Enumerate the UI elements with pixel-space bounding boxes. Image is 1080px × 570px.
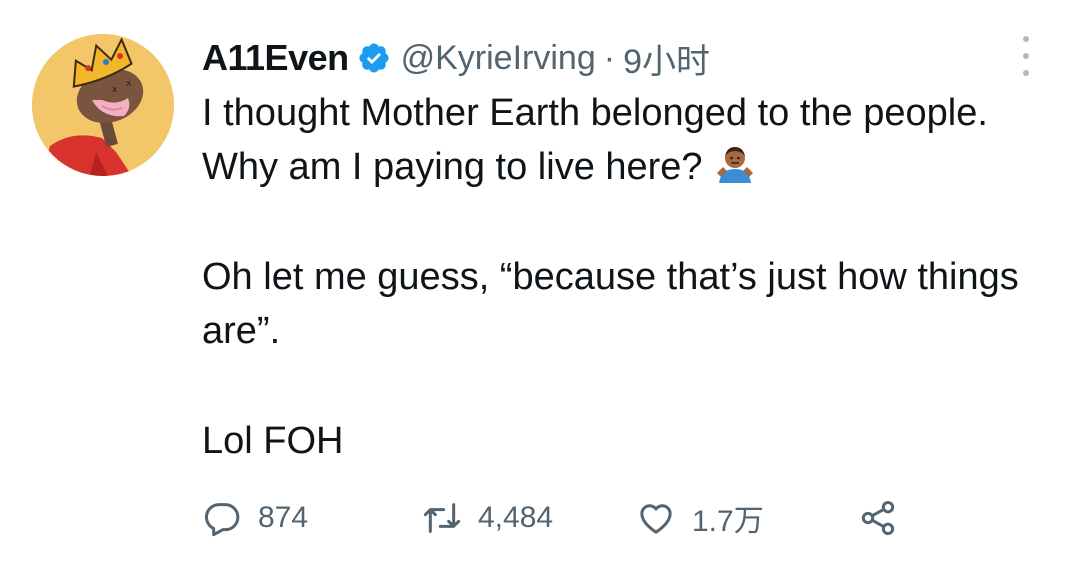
tweet-actions: 874 4,484 1.7万 — [200, 494, 920, 542]
retweet-icon — [423, 503, 461, 533]
separator-dot: · — [603, 38, 616, 77]
reply-button[interactable]: 874 — [202, 494, 308, 542]
more-options-icon[interactable] — [1014, 36, 1038, 76]
tweet-paragraph: Oh let me guess, “because that’s just ho… — [202, 256, 1019, 352]
reply-icon — [204, 503, 240, 537]
person-shrugging-emoji-icon — [716, 147, 753, 183]
verified-badge-icon — [359, 43, 389, 73]
avatar-image: x x — [32, 34, 174, 176]
tweet-text: I thought Mother Earth belonged to the p… — [202, 86, 1042, 468]
svg-text:x: x — [112, 85, 118, 95]
display-name[interactable]: A11Even — [202, 37, 349, 79]
avatar[interactable]: x x — [32, 34, 174, 176]
tweet-timestamp[interactable]: 9小时 — [623, 34, 710, 83]
tweet-paragraph: Lol FOH — [202, 420, 344, 462]
share-icon — [861, 501, 895, 535]
retweet-count: 4,484 — [478, 501, 554, 534]
reply-count: 874 — [258, 501, 309, 534]
share-button[interactable] — [858, 494, 914, 542]
retweet-button[interactable]: 4,484 — [422, 494, 553, 542]
tweet-paragraph: I thought Mother Earth belonged to the p… — [202, 86, 1042, 194]
tweet-header: A11Even @KyrieIrving · 9小时 — [202, 30, 710, 86]
user-handle[interactable]: @KyrieIrving — [401, 39, 596, 78]
like-button[interactable]: 1.7万 — [636, 494, 764, 542]
like-count: 1.7万 — [692, 505, 764, 538]
heart-icon — [640, 504, 672, 534]
svg-text:x: x — [126, 79, 132, 89]
tweet-card[interactable]: x x A11Even @KyrieIrving · 9小时 I thought… — [0, 0, 1080, 570]
tweet-paragraph-text: I thought Mother Earth belonged to the p… — [202, 92, 988, 188]
